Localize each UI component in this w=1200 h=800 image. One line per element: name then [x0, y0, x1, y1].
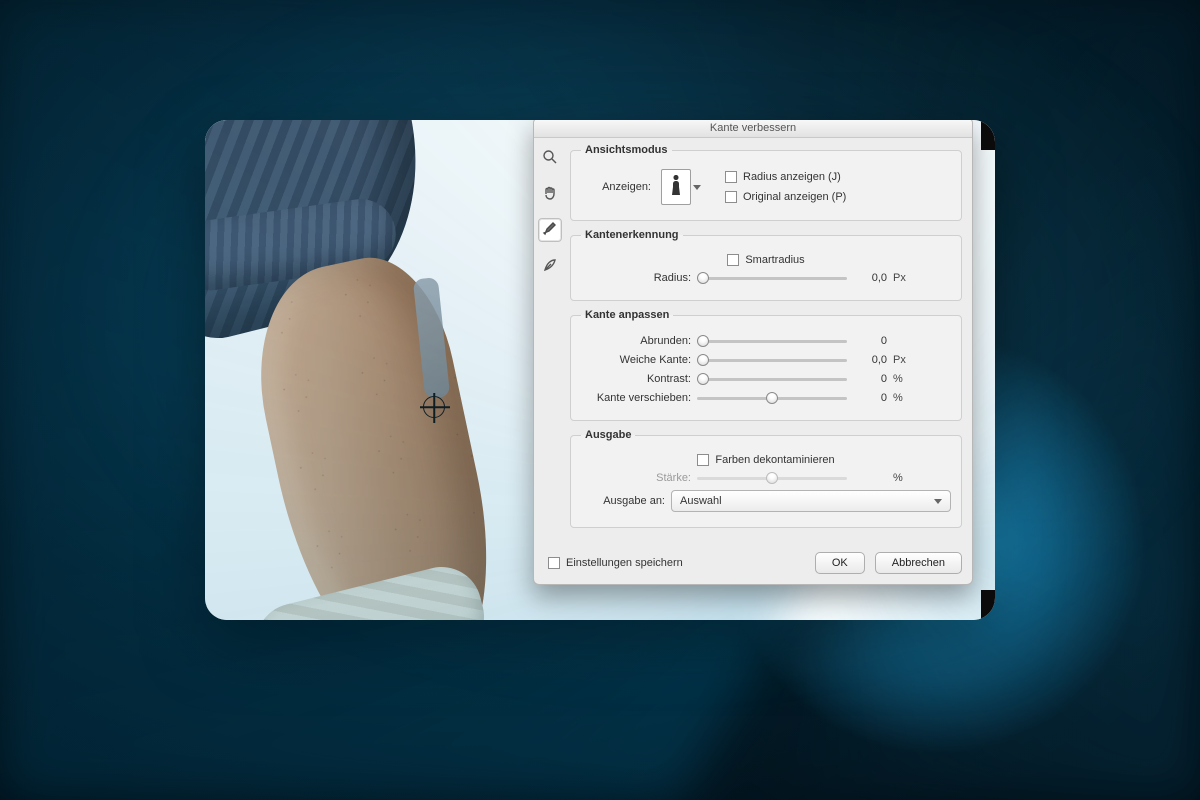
subject-forearm — [237, 244, 517, 620]
shift-edge-slider[interactable] — [697, 391, 847, 405]
cancel-button[interactable]: Abbrechen — [875, 552, 962, 574]
brush-cursor — [423, 396, 445, 418]
radius-unit: Px — [893, 272, 915, 284]
feather-unit: Px — [893, 354, 915, 366]
magnifier-icon — [542, 149, 558, 168]
smooth-slider[interactable] — [697, 334, 847, 348]
shift-edge-value[interactable]: 0 — [853, 392, 887, 404]
checkbox-icon — [697, 454, 709, 466]
output-to-value: Auswahl — [680, 495, 722, 507]
hand-icon — [542, 185, 558, 204]
dialog-tool-column — [534, 138, 566, 546]
smart-radius-checkbox[interactable]: Smartradius — [727, 254, 804, 266]
view-mode-dropdown[interactable] — [661, 169, 691, 205]
ok-button[interactable]: OK — [815, 552, 865, 574]
checkbox-icon — [548, 557, 560, 569]
edge-detection-group: Kantenerkennung Smartradius Radius: 0,0 — [570, 229, 962, 301]
silhouette-icon — [669, 173, 683, 202]
feather-icon — [542, 257, 558, 276]
zoom-tool[interactable] — [538, 146, 562, 170]
adjust-edge-legend: Kante anpassen — [581, 309, 673, 321]
output-to-label: Ausgabe an: — [581, 495, 665, 507]
smart-radius-label: Smartradius — [745, 254, 804, 266]
show-original-label: Original anzeigen (P) — [743, 191, 846, 203]
output-group: Ausgabe Farben dekontaminieren Stärke: % — [570, 429, 962, 528]
smooth-value[interactable]: 0 — [853, 335, 887, 347]
refine-brush-tool[interactable] — [538, 218, 562, 242]
remember-settings-label: Einstellungen speichern — [566, 557, 683, 569]
smooth-label: Abrunden: — [581, 335, 691, 347]
refine-edge-dialog: Kante verbessern — [533, 120, 973, 585]
remember-settings-checkbox[interactable]: Einstellungen speichern — [548, 557, 683, 569]
amount-label: Stärke: — [581, 472, 691, 484]
show-original-checkbox[interactable]: Original anzeigen (P) — [725, 191, 846, 203]
chevron-down-icon — [693, 185, 701, 190]
hand-tool[interactable] — [538, 182, 562, 206]
adjust-edge-group: Kante anpassen Abrunden: 0 Weiche Kante:… — [570, 309, 962, 421]
decontaminate-label: Farben dekontaminieren — [715, 454, 834, 466]
radius-value[interactable]: 0,0 — [853, 272, 887, 284]
show-radius-label: Radius anzeigen (J) — [743, 171, 841, 183]
feather-value[interactable]: 0,0 — [853, 354, 887, 366]
radius-slider[interactable] — [697, 271, 847, 285]
amount-unit: % — [893, 472, 915, 484]
decontaminate-checkbox[interactable]: Farben dekontaminieren — [697, 454, 834, 466]
contrast-value[interactable]: 0 — [853, 373, 887, 385]
view-mode-group: Ansichtsmodus Anzeigen: — [570, 144, 962, 221]
contrast-label: Kontrast: — [581, 373, 691, 385]
checkbox-icon — [725, 171, 737, 183]
shift-edge-label: Kante verschieben: — [581, 392, 691, 404]
feather-label: Weiche Kante: — [581, 354, 691, 366]
checkbox-icon — [725, 191, 737, 203]
amount-slider — [697, 471, 847, 485]
erase-refinements-tool[interactable] — [538, 254, 562, 278]
shift-edge-unit: % — [893, 392, 915, 404]
view-mode-legend: Ansichtsmodus — [581, 144, 672, 156]
checkbox-icon — [727, 254, 739, 266]
show-radius-checkbox[interactable]: Radius anzeigen (J) — [725, 171, 846, 183]
edge-detection-legend: Kantenerkennung — [581, 229, 683, 241]
dialog-title[interactable]: Kante verbessern — [534, 120, 972, 138]
contrast-unit: % — [893, 373, 915, 385]
output-to-select[interactable]: Auswahl — [671, 490, 951, 512]
radius-label: Radius: — [581, 272, 691, 284]
view-show-label: Anzeigen: — [581, 181, 651, 193]
output-legend: Ausgabe — [581, 429, 635, 441]
brush-icon — [542, 221, 558, 240]
screenshot-card: Kante verbessern — [205, 120, 995, 620]
feather-slider[interactable] — [697, 353, 847, 367]
contrast-slider[interactable] — [697, 372, 847, 386]
